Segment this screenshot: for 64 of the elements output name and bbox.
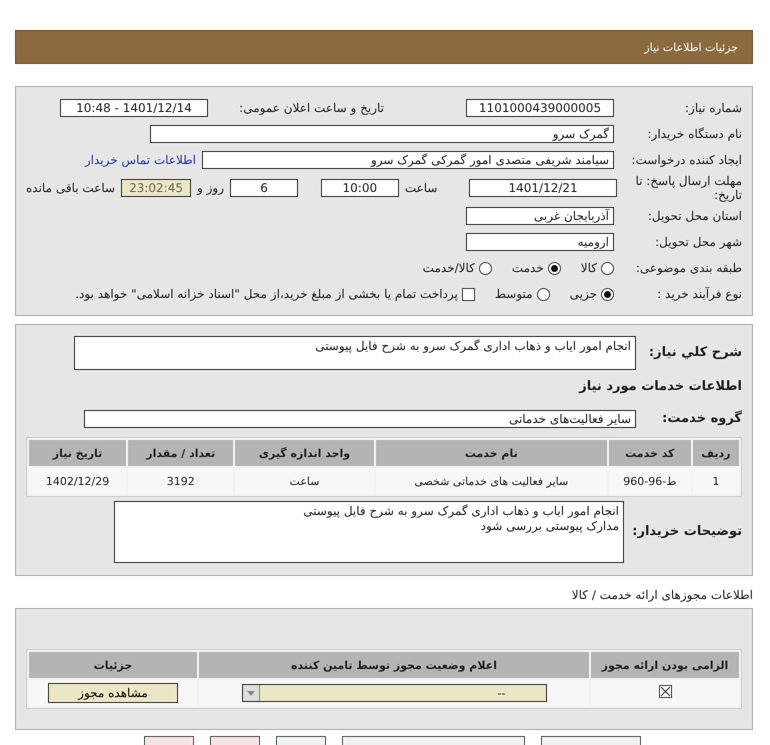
column-header: جزئیات (29, 652, 197, 678)
table-cell: ساعت (235, 468, 374, 494)
field-label: شهر محل تحویل: (654, 234, 742, 250)
remaining-time-field[interactable]: 23:02:45 (121, 179, 192, 197)
text-field[interactable]: گمرک سرو (150, 125, 614, 143)
column-header: کد خدمت (608, 440, 691, 466)
table-cell: 1 (692, 468, 739, 494)
field-label: گروه خدمت: (661, 411, 742, 427)
days-label: روز و (197, 181, 224, 195)
radio-label: خدمت (512, 261, 544, 275)
column-header: اعلام وضعیت مجوز توسط تامین کننده (199, 652, 589, 678)
radio-label: متوسط (494, 287, 533, 301)
radio-button[interactable] (478, 262, 492, 274)
radio-button[interactable] (601, 288, 614, 300)
table-cell: سایر فعالیت های خدماتی شخصی (376, 468, 607, 494)
checkbox[interactable] (462, 288, 475, 300)
field-label: طبقه بندی موضوعی: (634, 260, 742, 276)
text-field[interactable]: 1401/12/14 - 10:48 (60, 99, 208, 117)
column-header: ردیف (692, 440, 739, 466)
view-permit-button[interactable]: مشاهده مجوز (48, 683, 178, 703)
text-field[interactable]: سیامند شریفی متصدی امور گمرکی گمرک سرو (202, 151, 614, 169)
radio-button[interactable] (601, 262, 614, 274)
field-label: ایجاد کننده درخواست: (630, 152, 742, 168)
radio-button[interactable] (536, 288, 550, 300)
column-header: الزامی بودن ارائه مجوز (591, 652, 739, 678)
column-header: نام خدمت (376, 440, 607, 466)
table-cell: ط-96-960 (608, 468, 691, 494)
text-field[interactable]: آذربایجان غربی (466, 207, 614, 225)
summary-field[interactable]: انجام امور ایاب و ذهاب اداری گمرک سرو به شرح فایل پیوستی (74, 336, 636, 370)
field-label: مهلت ارسال پاسخ: تا تاریخ: (634, 174, 742, 202)
field-label: تاریخ و ساعت اعلان عمومی: (238, 100, 384, 116)
field-label: توضیحات خریدار: (631, 524, 742, 540)
text-field[interactable]: 1101000439000005 (466, 99, 614, 117)
text-field[interactable]: 6 (230, 179, 298, 197)
section-heading: اطلاعات خدمات مورد نیاز (578, 379, 742, 395)
header-title: جزئیات اطلاعات نیاز (644, 40, 738, 54)
time-label: ساعت (404, 181, 438, 195)
section-title: اطلاعات مجوزهای ارائه خدمت / کالا (570, 588, 753, 602)
checkbox-label: پرداخت تمام یا بخشی از مبلغ خرید،از محل "اسناد خزانه اسلامی" خواهد بود. (75, 287, 458, 301)
notes-line: انجام امور ایاب و ذهاب اداری گمرک سرو به شرح فایل پیوستی (302, 504, 619, 519)
field-label: شماره نیاز: (684, 100, 742, 116)
field-label: نام دستگاه خریدار: (646, 126, 742, 142)
radio-label: کالا (580, 261, 597, 275)
text-field[interactable]: 1401/12/21 (469, 179, 618, 197)
text-field[interactable]: 10:00 (320, 179, 399, 197)
column-header: تاریخ نیاز (29, 440, 126, 466)
column-header: تعداد / مقدار (128, 440, 234, 466)
field-label: شرح کلي نياز: (648, 345, 742, 361)
table-cell: 1402/12/29 (29, 468, 126, 494)
table-cell: 3192 (128, 468, 234, 494)
text-field[interactable]: سایر فعالیت‌های خدماتی (84, 410, 636, 428)
field-label: نوع فرآیند خرید : (656, 286, 742, 302)
remaining-label: ساعت باقی مانده (26, 181, 116, 195)
buyer-contact-link[interactable]: اطلاعات تماس خریدار (84, 153, 196, 167)
field-label: استان محل تحویل: (646, 208, 742, 224)
status-select[interactable]: -- (242, 684, 546, 702)
notes-line: مدارک پیوستی بررسی شود (480, 519, 619, 534)
radio-label: جزیی (570, 287, 597, 301)
column-header: واحد اندازه گیری (235, 440, 374, 466)
notes-field[interactable]: انجام امور ایاب و ذهاب اداری گمرک سرو به شرح فایل پیوستی مدارک پیوستی بررسی شود (114, 501, 624, 563)
text-field[interactable]: ارومیه (466, 233, 614, 251)
radio-button[interactable] (548, 262, 561, 274)
radio-label: کالا/خدمت (422, 261, 475, 275)
caret-icon (242, 685, 260, 701)
